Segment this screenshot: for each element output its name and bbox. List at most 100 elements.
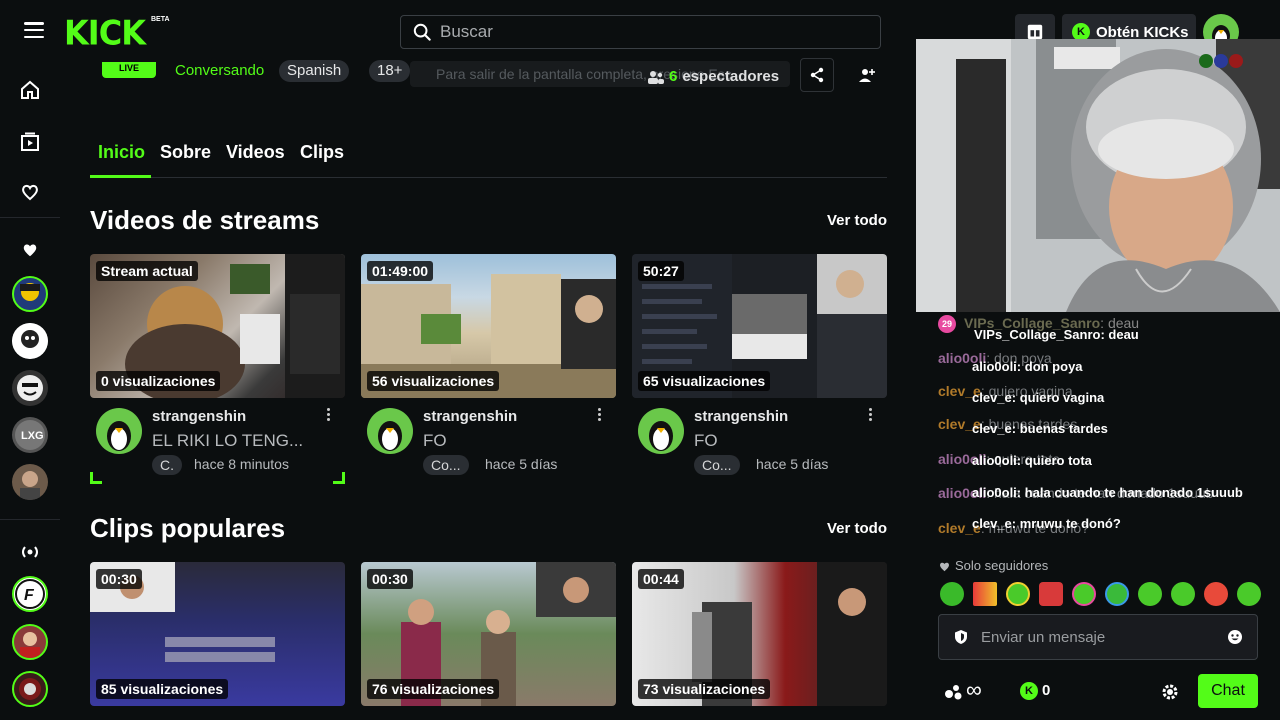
video-title[interactable]: EL RIKI LO TENG... <box>152 431 303 451</box>
tag-mature[interactable]: 18+ <box>369 60 411 82</box>
clip-duration: 00:44 <box>638 569 684 589</box>
video-player[interactable] <box>916 39 1280 312</box>
video-category[interactable]: Co... <box>694 455 740 475</box>
emote-icon[interactable] <box>1204 582 1228 606</box>
emote-icon[interactable] <box>1006 582 1030 606</box>
kicks-balance: 0 <box>1042 682 1051 699</box>
emote-icon[interactable] <box>1237 582 1261 606</box>
home-icon[interactable] <box>12 72 48 108</box>
emote-icon[interactable] <box>1138 582 1162 606</box>
chat-message-overlay: VIPs_Collage_Sanro: deau <box>974 327 1139 342</box>
share-button[interactable] <box>800 58 834 92</box>
clip-thumbnail[interactable]: 00:30 76 visualizaciones <box>361 562 616 706</box>
video-card[interactable]: Stream actual 0 visualizaciones strangen… <box>90 254 345 484</box>
tab-clips[interactable]: Clips <box>300 142 344 163</box>
view-count: 0 visualizaciones <box>96 371 221 391</box>
chat-message-overlay: clev_e: buenas tardes <box>972 421 1108 436</box>
more-options-icon[interactable] <box>327 408 331 423</box>
followed-channel-avatar[interactable] <box>12 276 48 312</box>
get-kicks-label: Obtén KICKs <box>1096 23 1189 41</box>
recommended-channel-avatar[interactable] <box>12 671 48 707</box>
more-options-icon[interactable] <box>869 408 873 423</box>
chat-message-overlay: clev_e: mruwu te donó? <box>972 516 1121 531</box>
emote-icon[interactable] <box>1039 582 1063 606</box>
clip-thumbnail[interactable]: 00:30 85 visualizaciones <box>90 562 345 706</box>
viewer-count-label: espectadores <box>682 68 780 85</box>
channel-name[interactable]: strangenshin <box>423 408 517 425</box>
channel-avatar[interactable] <box>96 408 142 454</box>
shield-icon <box>955 630 967 644</box>
emoji-icon[interactable] <box>1227 629 1243 645</box>
video-card[interactable]: 01:49:00 56 visualizaciones strangenshin… <box>361 254 616 478</box>
chat-message-overlay: alio0oli: hala cuando te han donado 1suu… <box>972 485 1243 500</box>
video-thumbnail[interactable]: 01:49:00 56 visualizaciones <box>361 254 616 398</box>
tag-language[interactable]: Spanish <box>279 60 350 82</box>
video-title[interactable]: FO <box>423 431 447 451</box>
recommended-channel-avatar[interactable] <box>12 624 48 660</box>
following-icon[interactable] <box>12 174 48 210</box>
live-badge: LIVE <box>102 62 156 78</box>
followed-channel-avatar[interactable] <box>12 370 48 406</box>
video-category[interactable]: C. <box>152 455 182 475</box>
followed-heart-icon <box>12 232 48 268</box>
followed-channel-avatar[interactable] <box>12 323 48 359</box>
channel-name[interactable]: strangenshin <box>694 408 788 425</box>
clip-duration: 00:30 <box>367 569 413 589</box>
streams-see-all-link[interactable]: Ver todo <box>827 212 887 229</box>
video-thumbnail[interactable]: 50:27 65 visualizaciones <box>632 254 887 398</box>
video-title[interactable]: FO <box>694 431 718 451</box>
followed-channel-avatar[interactable] <box>12 464 48 500</box>
emote-icon[interactable] <box>1171 582 1195 606</box>
channel-main: LIVE Conversando Spanish 18+ Para salir … <box>90 0 887 720</box>
emote-icon[interactable] <box>1072 582 1096 606</box>
channel-name[interactable]: strangenshin <box>152 408 246 425</box>
video-duration: 50:27 <box>638 261 684 281</box>
emote-icon[interactable] <box>1105 582 1129 606</box>
stream-category-link[interactable]: Conversando <box>175 62 264 79</box>
heart-icon <box>940 562 949 571</box>
clips-see-all-link[interactable]: Ver todo <box>827 520 887 537</box>
clip-card[interactable]: 00:44 73 visualizaciones <box>632 562 887 706</box>
chat-message-input[interactable] <box>981 628 1201 646</box>
chat-footer: ∞ K 0 Chat <box>938 674 1258 708</box>
more-options-icon[interactable] <box>598 408 602 423</box>
clip-thumbnail[interactable]: 00:44 73 visualizaciones <box>632 562 887 706</box>
chat-message-overlay: alio0oli: quiero tota <box>972 453 1092 468</box>
follow-button[interactable] <box>850 58 884 92</box>
emote-icon[interactable] <box>940 582 964 606</box>
tab-sobre[interactable]: Sobre <box>160 142 211 163</box>
send-chat-button[interactable]: Chat <box>1198 674 1258 708</box>
clips-section-title: Clips populares <box>90 513 286 543</box>
points-icon[interactable] <box>944 682 964 702</box>
view-count: 56 visualizaciones <box>367 371 500 391</box>
clip-card[interactable]: 00:30 85 visualizaciones <box>90 562 345 706</box>
chat-input-box[interactable] <box>938 614 1258 660</box>
streams-section-title: Videos de streams <box>90 205 320 235</box>
focus-corner <box>333 472 345 484</box>
video-category[interactable]: Co... <box>423 455 469 475</box>
clip-duration: 00:30 <box>96 569 142 589</box>
tab-inicio[interactable]: Inicio <box>98 142 145 163</box>
settings-gear-icon[interactable] <box>1160 682 1180 702</box>
browse-icon[interactable] <box>12 124 48 160</box>
view-count: 73 visualizaciones <box>638 679 771 699</box>
emote-icon[interactable] <box>973 582 997 606</box>
followed-channel-avatar[interactable]: LXG <box>12 417 48 453</box>
svg-text:F: F <box>24 587 35 604</box>
channel-avatar[interactable] <box>367 408 413 454</box>
menu-icon[interactable] <box>24 22 44 38</box>
clip-card[interactable]: 00:30 76 visualizaciones <box>361 562 616 706</box>
view-count: 65 visualizaciones <box>638 371 771 391</box>
recommended-channel-avatar[interactable]: F <box>12 576 48 612</box>
channel-avatar[interactable] <box>638 408 684 454</box>
subscriber-badge: 29 <box>938 315 956 333</box>
emote-bar <box>940 582 1261 606</box>
view-count: 76 visualizaciones <box>367 679 500 699</box>
chat-message-overlay: clev_e: quiero vagina <box>972 390 1105 405</box>
video-time: hace 5 días <box>756 456 829 472</box>
video-thumbnail[interactable]: Stream actual 0 visualizaciones <box>90 254 345 398</box>
video-card[interactable]: 50:27 65 visualizaciones strangenshin FO… <box>632 254 887 478</box>
viewers-icon <box>648 70 664 84</box>
tab-videos[interactable]: Videos <box>226 142 285 163</box>
viewer-count: 6 espectadores <box>648 68 779 85</box>
